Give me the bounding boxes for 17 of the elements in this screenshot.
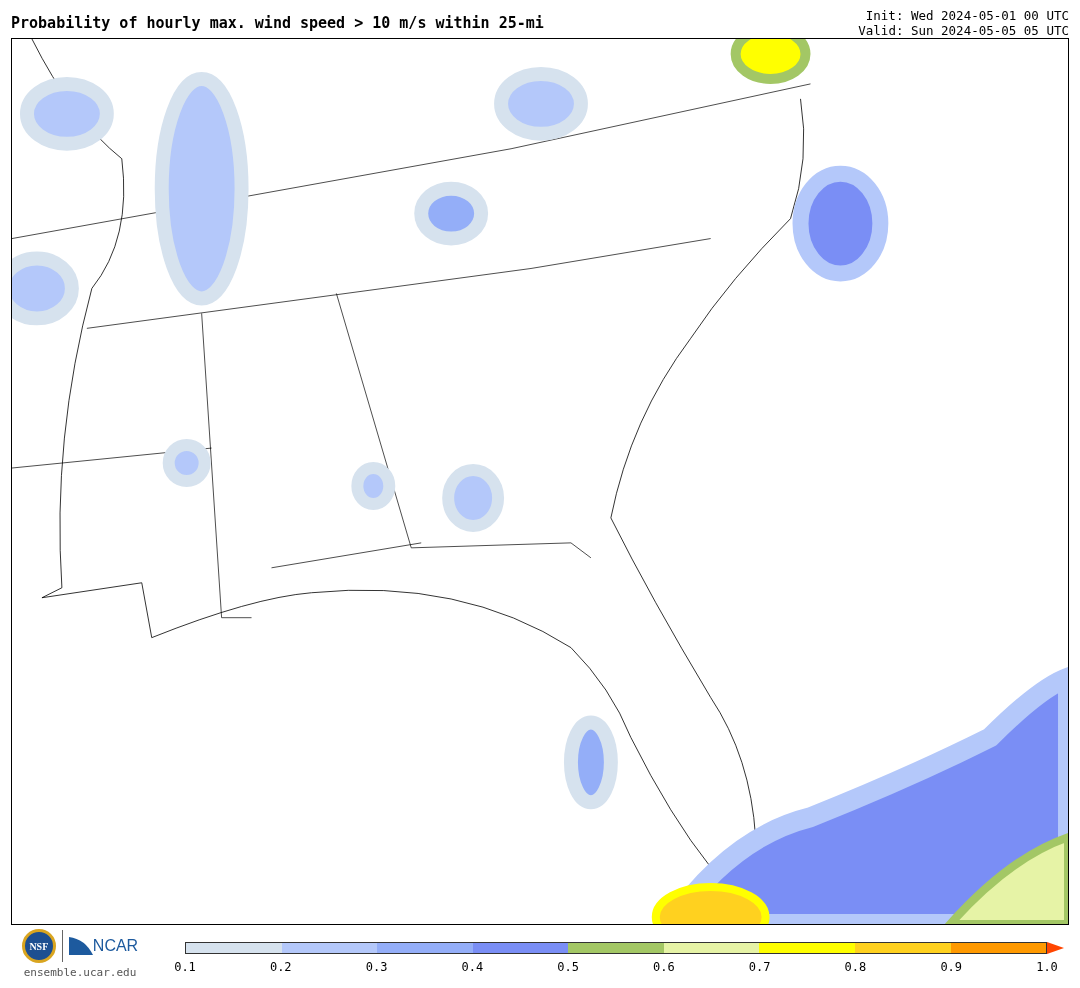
ncar-wordmark: NCAR	[92, 936, 139, 956]
colorbar-tick-label: 0.9	[940, 959, 963, 976]
site-url: ensemble.ucar.edu	[23, 965, 137, 981]
colorbar-tick-label: 0.4	[461, 959, 484, 976]
valid-time: Valid: Sun 2024-05-05 05 UTC	[858, 23, 1069, 38]
colorbar-tick-label: 0.8	[844, 959, 867, 976]
map-title: Probability of hourly max. wind speed > 10 m/s within 25-mi	[11, 12, 544, 34]
colorbar-tick-label: 0.3	[365, 959, 388, 976]
colorbar-tick-label: 0.5	[557, 959, 579, 976]
colorbar-tick-label: 0.1	[174, 959, 196, 976]
colorbar-tick-label: 0.6	[653, 959, 675, 976]
ncar-swoosh-icon	[68, 937, 93, 955]
colorbar-tick-label: 1.0	[1036, 959, 1058, 976]
init-time: Init: Wed 2024-05-01 00 UTC	[865, 8, 1069, 23]
colorbar-tick-label: 0.2	[269, 959, 292, 976]
colorbar-tick-label: 0.7	[748, 959, 771, 976]
nsf-logo: NSF	[21, 929, 56, 963]
